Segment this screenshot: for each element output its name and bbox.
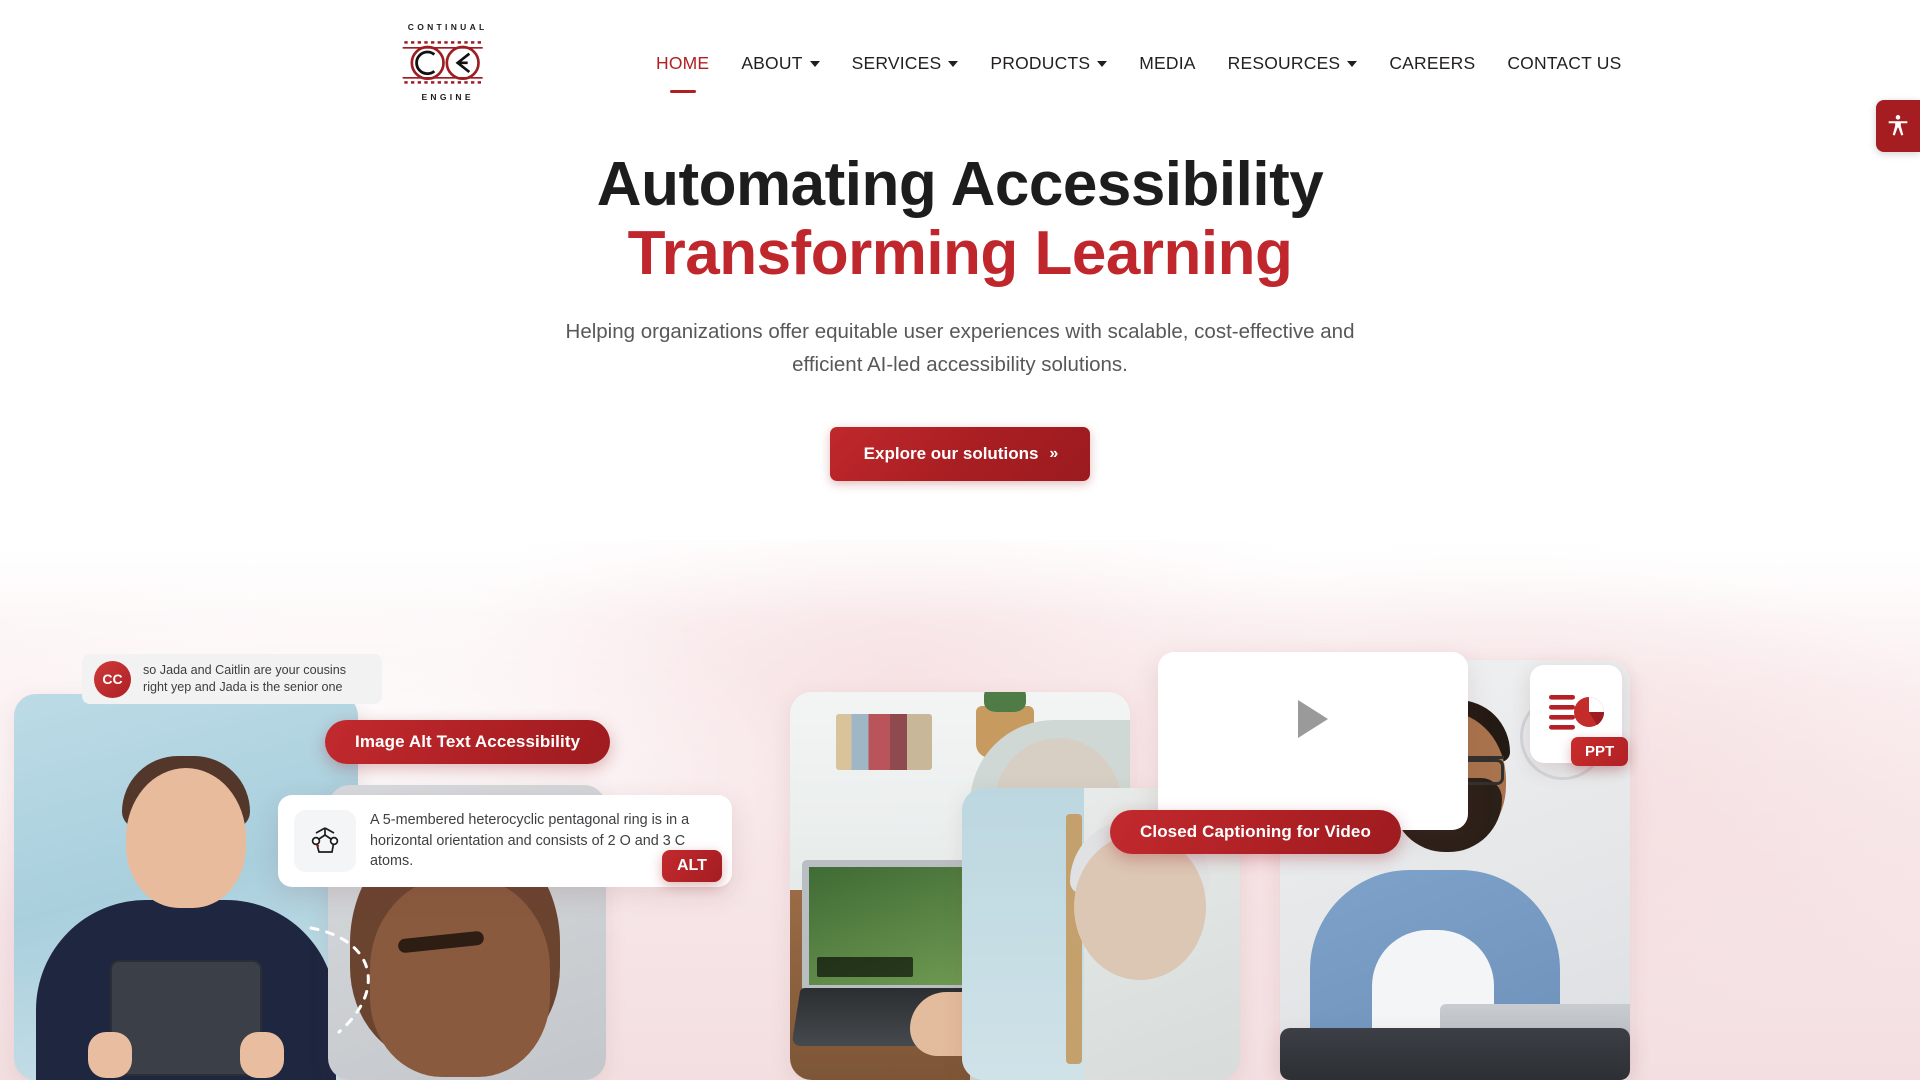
nav-item-careers[interactable]: CAREERS [1373,46,1491,80]
photo-detail [836,714,932,770]
nav-item-services[interactable]: SERVICES [836,46,975,80]
nav-label: MEDIA [1139,52,1196,73]
caption-row: CC so Jada and Caitlin are your cousins … [82,654,382,704]
photo-detail [370,877,550,1077]
caption-text: so Jada and Caitlin are your cousins rig… [143,662,347,694]
photo-detail [240,1032,284,1078]
active-indicator [669,90,696,93]
explore-solutions-button[interactable]: Explore our solutions » [829,427,1091,482]
cc-badge-icon: CC [94,660,131,698]
hero-subheading: Helping organizations offer equitable us… [565,319,1355,377]
double-chevron-right-icon: » [1049,445,1058,463]
logo-top-word: CONTINUAL [407,21,488,32]
logo-bottom-word: ENGINE [421,92,474,102]
nav-item-home[interactable]: HOME [640,46,725,93]
alt-thumbnail [294,810,356,872]
headline-line-1: Automating Accessibility [596,150,1324,219]
chevron-down-icon [948,61,959,67]
infinity-ce-logo-icon [402,41,483,84]
photo-detail [126,768,246,908]
chevron-down-icon [1097,61,1108,67]
hero-section: Automating Accessibility Transforming Le… [0,150,1920,482]
alt-badge: ALT [662,850,722,882]
site-header: CONTINUAL ENGINE HOME ABOUT SERVICES PRO… [0,0,1920,124]
main-navigation: HOME ABOUT SERVICES PRODUCTS MEDIA RESOU… [640,46,1637,93]
pill-label: Image Alt Text Accessibility [355,732,581,751]
photo-detail [1074,834,1206,980]
nav-label: CAREERS [1389,52,1476,73]
pill-label: Closed Captioning for Video [1140,822,1371,841]
photo-detail [817,957,913,977]
photo-detail [88,1032,132,1078]
image-alt-text-pill: Image Alt Text Accessibility [325,720,611,764]
page-title: Automating Accessibility Transforming Le… [0,150,1920,289]
hero-image-collage: Image Alt Text Accessibility A 5-membere… [0,540,1920,1080]
nav-item-contact-us[interactable]: CONTACT US [1491,46,1637,80]
nav-label: CONTACT US [1507,52,1622,73]
accessibility-widget-button[interactable] [1876,100,1920,152]
nav-label: PRODUCTS [990,52,1091,73]
ppt-badge: PPT [1571,737,1629,766]
dotted-arc-decoration [309,926,370,1034]
photo-card-desk-strip [1280,1028,1630,1080]
nav-label: SERVICES [851,52,942,73]
presentation-document-icon [1549,695,1605,730]
photo-detail [802,860,982,992]
nav-item-products[interactable]: PRODUCTS [974,46,1123,80]
nav-label: HOME [656,52,710,73]
nav-label: ABOUT [741,52,803,73]
nav-label: RESOURCES [1227,52,1341,73]
site-logo[interactable]: CONTINUAL ENGINE [396,12,496,112]
headline-line-2: Transforming Learning [627,219,1293,289]
nav-item-media[interactable]: MEDIA [1123,46,1211,80]
accessibility-person-icon [1888,115,1908,136]
chevron-down-icon [1347,61,1358,67]
cta-label: Explore our solutions [863,444,1039,464]
video-preview-card [1158,652,1468,830]
chevron-down-icon [809,61,820,67]
play-triangle-icon[interactable] [1298,700,1328,738]
nav-item-resources[interactable]: RESOURCES [1212,46,1374,80]
closed-captioning-pill: Closed Captioning for Video [1110,810,1401,854]
nav-item-about[interactable]: ABOUT [725,46,835,80]
chemical-structure-icon [311,827,339,853]
